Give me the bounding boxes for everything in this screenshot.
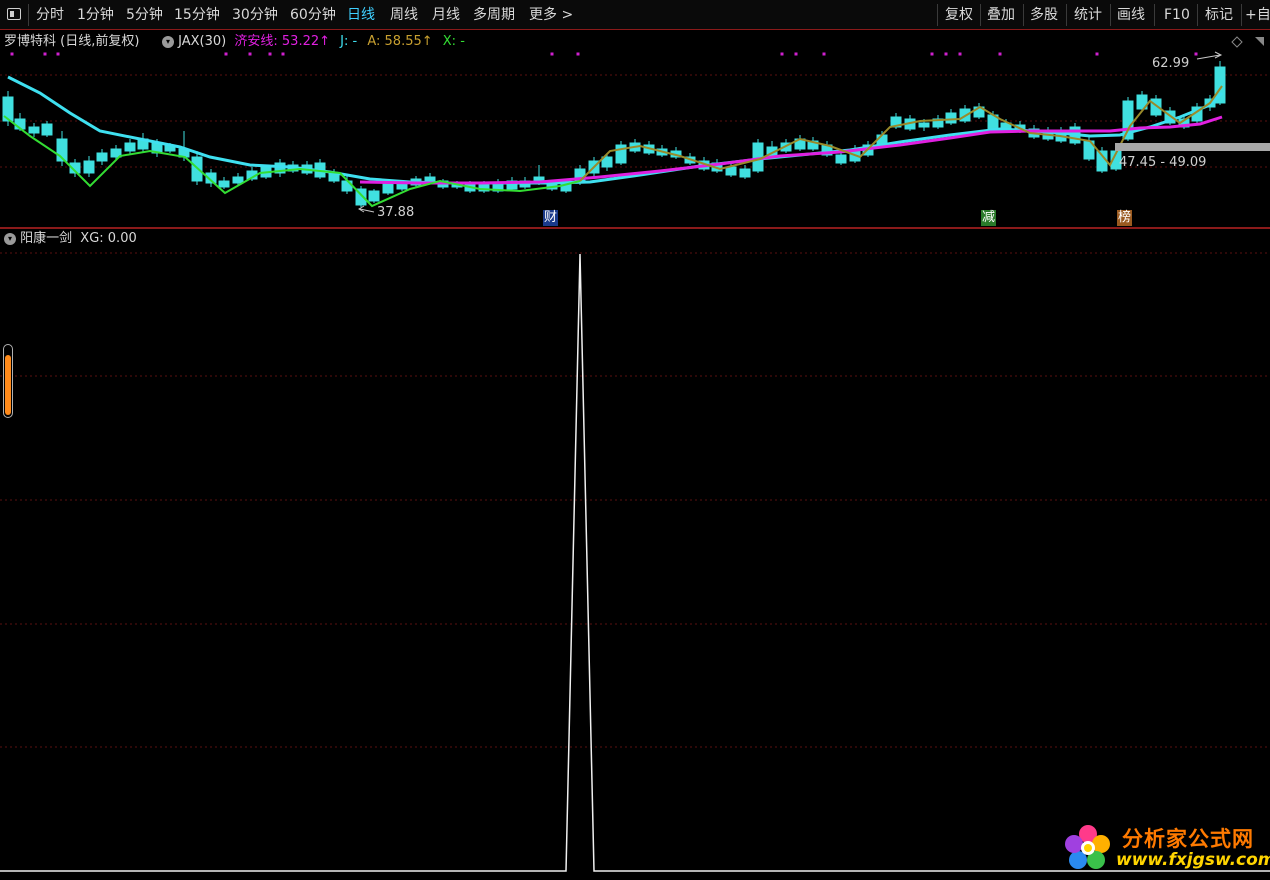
window-icon[interactable]: [7, 8, 21, 20]
period-toolbar: 分时 1分钟 5分钟 15分钟 30分钟 60分钟 日线 周线 月线 多周期 更…: [0, 0, 1270, 30]
signal-dot: [10, 52, 14, 56]
indicator-header: ▾ JAX(30) 济安线: 53.22↑ J: - A: 58.55↑ X: …: [162, 33, 465, 51]
price-range-label: 47.45 - 49.09: [1119, 155, 1207, 170]
toolbar-divider: [980, 4, 981, 26]
signal-dot: [958, 52, 962, 56]
candle-body: [96, 152, 108, 162]
finance-tag[interactable]: 财: [543, 210, 559, 226]
a-label: A:: [367, 34, 381, 49]
signal-dot: [576, 52, 580, 56]
candle-body: [739, 168, 751, 178]
indicator-header: ▾ 阳康一剑 XG: 0.00: [4, 230, 137, 248]
tab-period-multi[interactable]: 多周期: [473, 0, 515, 30]
toolbar-divider: [1023, 4, 1024, 26]
tab-period-weekly[interactable]: 周线: [390, 0, 418, 30]
chevron-down-icon[interactable]: ▾: [162, 35, 174, 48]
diamond-icon: [1231, 36, 1243, 48]
jiaan-label: 济安线:: [234, 34, 278, 49]
site-watermark: 分析家公式网 www.fxjgsw.com: [1060, 820, 1270, 875]
kline-chart[interactable]: [0, 31, 1270, 227]
low-price-label: 37.88: [377, 205, 415, 220]
tab-period-daily[interactable]: 日线: [347, 0, 375, 30]
f10-button[interactable]: F10: [1164, 0, 1190, 30]
signal-dot: [794, 52, 798, 56]
indicator-name[interactable]: JAX(30): [178, 34, 226, 49]
candle-body: [382, 182, 394, 194]
candle-body: [424, 176, 436, 182]
signal-dot: [780, 52, 784, 56]
multi-stock-button[interactable]: 多股: [1030, 0, 1058, 30]
candle-body: [124, 142, 136, 152]
toolbar-divider: [937, 4, 938, 26]
signal-dot: [550, 52, 554, 56]
chevron-down-icon[interactable]: ▾: [4, 232, 16, 245]
candle-body: [918, 122, 930, 128]
tab-period-15min[interactable]: 15分钟: [174, 0, 220, 30]
signal-dot: [930, 52, 934, 56]
toolbar-divider: [1066, 4, 1067, 26]
candle-body: [368, 190, 380, 202]
adjust-button[interactable]: 复权: [945, 0, 973, 30]
a-value: 58.55↑: [384, 34, 433, 49]
candle-body: [28, 126, 40, 134]
signal-dot: [56, 52, 60, 56]
price-range-bar: [1115, 143, 1270, 151]
tab-period-1min[interactable]: 1分钟: [77, 0, 114, 30]
high-price-label: 62.99: [1152, 56, 1190, 71]
ranking-tag[interactable]: 榜: [1117, 210, 1133, 226]
candle-body: [83, 160, 95, 174]
toolbar-divider: [1241, 4, 1242, 26]
candle-body: [945, 112, 957, 124]
jiaan-value: 53.22↑: [281, 34, 331, 49]
signal-dot: [43, 52, 47, 56]
signal-dot: [224, 52, 228, 56]
corner-expand-icon: [1255, 37, 1264, 46]
toolbar-divider: [28, 4, 29, 26]
draw-line-button[interactable]: 画线: [1117, 0, 1145, 30]
signal-dot: [268, 52, 272, 56]
signal-dot: [1095, 52, 1099, 56]
signal-dot: [944, 52, 948, 56]
candle-body: [218, 180, 230, 188]
toolbar-divider: [1110, 4, 1111, 26]
candle-body: [41, 123, 53, 136]
flower-logo-icon: [1065, 825, 1110, 869]
custom-button[interactable]: +自: [1245, 0, 1270, 30]
tab-period-more[interactable]: 更多 >: [529, 0, 573, 30]
signal-dot: [281, 52, 285, 56]
signal-dot: [998, 52, 1002, 56]
reduce-tag[interactable]: 减: [981, 210, 997, 226]
candle-body: [232, 176, 244, 184]
indicator-name[interactable]: 阳康一剑: [20, 231, 72, 246]
signal-dot: [1194, 52, 1198, 56]
x-label: X: -: [442, 34, 465, 49]
overlay-button[interactable]: 叠加: [987, 0, 1015, 30]
candle-body: [835, 154, 847, 164]
indicator-panel[interactable]: ▾ 阳康一剑 XG: 0.00: [0, 229, 1270, 880]
signal-dot: [822, 52, 826, 56]
watermark-url: www.fxjgsw.com: [1116, 850, 1270, 870]
tab-period-fenshi[interactable]: 分时: [36, 0, 64, 30]
tab-period-60min[interactable]: 60分钟: [290, 0, 336, 30]
tab-period-30min[interactable]: 30分钟: [232, 0, 278, 30]
statistics-button[interactable]: 统计: [1074, 0, 1102, 30]
toolbar-divider: [1154, 4, 1155, 26]
xg-signal-line: [0, 253, 1270, 872]
toolbar-divider: [1197, 4, 1198, 26]
stock-title: 罗博特科 (日线,前复权): [4, 34, 140, 49]
scroll-handle[interactable]: [3, 344, 13, 418]
indicator-chart[interactable]: [0, 229, 1270, 880]
signal-dots: [10, 52, 1198, 56]
mark-button[interactable]: 标记: [1205, 0, 1233, 30]
kline-panel[interactable]: 罗博特科 (日线,前复权) ▾ JAX(30) 济安线: 53.22↑ J: -…: [0, 31, 1270, 227]
signal-dot: [248, 52, 252, 56]
watermark-title: 分析家公式网: [1122, 827, 1254, 851]
xg-value: XG: 0.00: [80, 231, 137, 246]
tab-period-monthly[interactable]: 月线: [432, 0, 460, 30]
candle-body: [725, 166, 737, 176]
j-label: J: -: [340, 34, 358, 49]
tab-period-5min[interactable]: 5分钟: [126, 0, 163, 30]
